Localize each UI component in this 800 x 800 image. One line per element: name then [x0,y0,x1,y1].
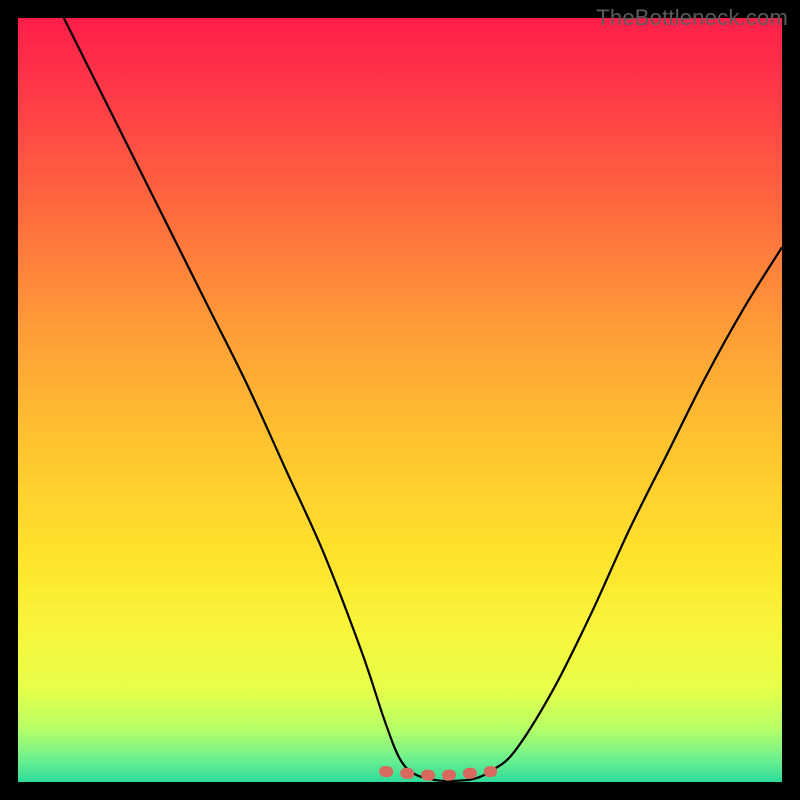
watermark-text: TheBottleneck.com [596,5,788,31]
bottleneck-chart [18,18,782,782]
chart-frame [18,18,782,782]
gradient-background [18,18,782,782]
